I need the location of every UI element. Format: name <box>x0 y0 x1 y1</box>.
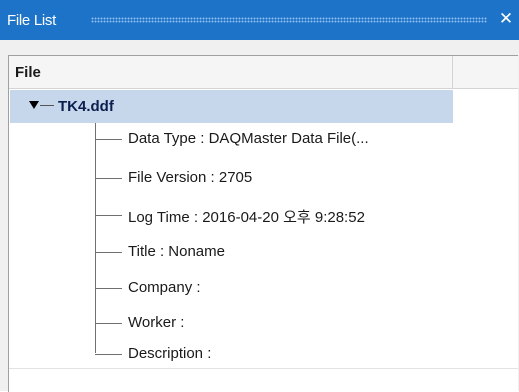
file-tree-view[interactable]: File TK4.ddf Data Type : DAQMaster Data … <box>8 55 518 392</box>
file-list-panel: File List ✕ File TK4.ddf Data Type : DAQ… <box>0 0 519 392</box>
tree-node-company[interactable]: Company : <box>95 272 515 304</box>
column-header-row: File <box>9 56 518 89</box>
tree-node-label: Data Type : DAQMaster Data File(... <box>128 130 369 147</box>
expand-arrow-icon[interactable] <box>29 101 39 109</box>
tree-connector <box>95 139 122 140</box>
tree-connector <box>95 178 122 179</box>
tree-node-title[interactable]: Title : Noname <box>95 236 515 268</box>
root-file-name: TK4.ddf <box>58 98 114 115</box>
list-bottom-border <box>9 368 518 369</box>
tree-node-label: Log Time : 2016-04-20 오후 9:28:52 <box>128 209 365 226</box>
tree-connector <box>95 252 122 253</box>
drag-grip[interactable] <box>91 17 487 23</box>
column-header-label: File <box>15 64 41 81</box>
tree-connector <box>95 323 122 324</box>
tree-node-worker[interactable]: Worker : <box>95 307 515 339</box>
tree-node-label: Description : <box>128 345 212 362</box>
tree-connector <box>40 105 54 106</box>
close-icon[interactable]: ✕ <box>497 9 515 29</box>
tree-connector <box>95 215 122 216</box>
panel-title: File List <box>7 12 56 29</box>
tree-node-log-time[interactable]: Log Time : 2016-04-20 오후 9:28:52 <box>95 199 515 231</box>
tree-node-label: Company : <box>128 279 201 296</box>
tree-node-label: Title : Noname <box>128 243 225 260</box>
tree-node-file-version[interactable]: File Version : 2705 <box>95 162 515 194</box>
column-header-file[interactable]: File <box>9 56 453 88</box>
tree-node-data-type[interactable]: Data Type : DAQMaster Data File(... <box>95 123 515 155</box>
tree-root-row[interactable]: TK4.ddf <box>10 90 453 123</box>
panel-title-bar[interactable]: File List ✕ <box>0 0 519 40</box>
tree-connector <box>95 288 122 289</box>
tree-node-label: File Version : 2705 <box>128 169 253 186</box>
tree-connector <box>95 354 122 355</box>
tree-node-label: Worker : <box>128 314 185 331</box>
tree-node-description[interactable]: Description : <box>95 338 515 370</box>
